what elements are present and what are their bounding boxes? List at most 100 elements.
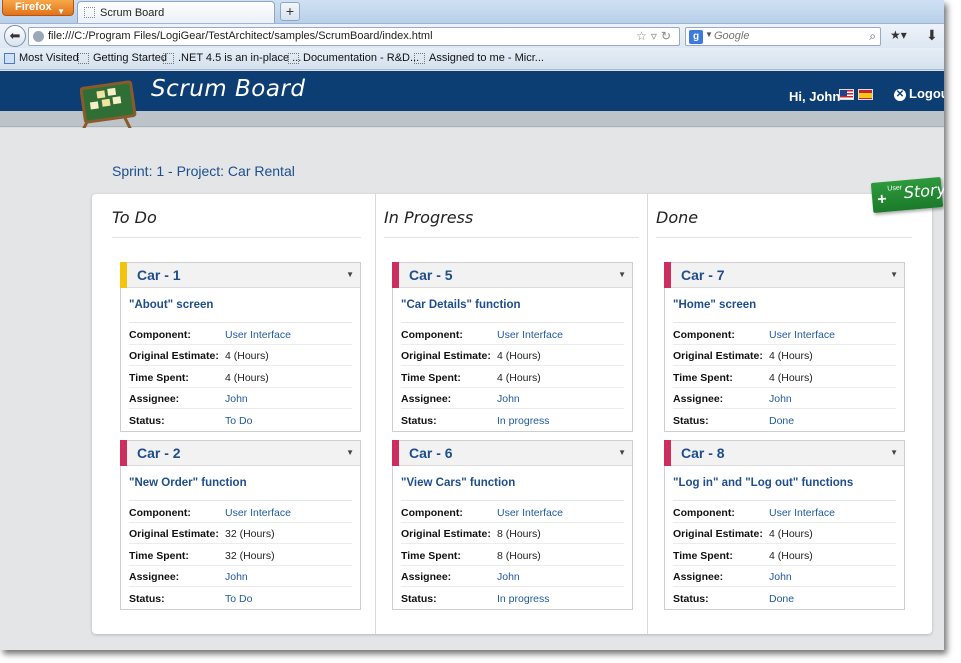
card-header: Car - 7 ▼ bbox=[664, 262, 904, 288]
page-icon bbox=[84, 7, 95, 18]
chevron-down-icon[interactable]: ▼ bbox=[705, 30, 713, 39]
field-row-status: Status: In progress bbox=[401, 410, 624, 431]
card-title[interactable]: "New Order" function bbox=[129, 477, 247, 489]
story-card[interactable]: Car - 5 ▼ "Car Details" function Component:… bbox=[392, 262, 633, 432]
chevron-down-icon[interactable]: ▼ bbox=[618, 448, 626, 457]
add-user-story-button[interactable]: + User Story bbox=[870, 177, 944, 213]
field-value-assignee[interactable]: John bbox=[225, 393, 248, 405]
field-value-original-estimate: 32 (Hours) bbox=[225, 528, 275, 540]
google-icon[interactable]: g bbox=[689, 30, 703, 44]
tab-label: Scrum Board bbox=[100, 7, 165, 19]
history-dropdown-icon[interactable]: ▿ bbox=[651, 29, 661, 43]
site-identity-icon[interactable] bbox=[33, 31, 44, 42]
field-value-component[interactable]: User Interface bbox=[225, 329, 291, 341]
field-value-assignee[interactable]: John bbox=[769, 571, 792, 583]
chevron-down-icon[interactable]: ▼ bbox=[618, 270, 626, 279]
star-icon[interactable]: ☆ bbox=[636, 29, 651, 43]
card-title[interactable]: "About" screen bbox=[129, 299, 213, 311]
back-button[interactable]: ⬅ bbox=[4, 25, 26, 47]
card-title[interactable]: "View Cars" function bbox=[401, 477, 515, 489]
field-value-component[interactable]: User Interface bbox=[497, 329, 563, 341]
card-id[interactable]: Car - 5 bbox=[409, 267, 453, 283]
bookmark-label: .NET 4.5 is an in-place ... bbox=[178, 52, 302, 64]
bookmark-assigned-to-me[interactable]: Assigned to me - Micr... bbox=[414, 52, 544, 64]
bookmark-label: Documentation - R&D... bbox=[303, 52, 420, 64]
url-text[interactable]: file:///C:/Program Files/LogiGear/TestAr… bbox=[48, 30, 433, 42]
card-id[interactable]: Car - 7 bbox=[681, 267, 725, 283]
priority-accent bbox=[120, 440, 127, 466]
story-card[interactable]: Car - 7 ▼ "Home" screen Component: User Inte… bbox=[664, 262, 905, 432]
field-value-component[interactable]: User Interface bbox=[769, 507, 835, 519]
field-value-assignee[interactable]: John bbox=[769, 393, 792, 405]
bookmark-getting-started[interactable]: Getting Started bbox=[78, 52, 167, 64]
field-value-assignee[interactable]: John bbox=[225, 571, 248, 583]
card-id[interactable]: Car - 1 bbox=[137, 267, 181, 283]
field-row-original-estimate: Original Estimate: 4 (Hours) bbox=[673, 523, 896, 544]
chevron-down-icon[interactable]: ▼ bbox=[346, 270, 354, 279]
bookmark-most-visited[interactable]: Most Visited bbox=[4, 52, 79, 64]
field-row-original-estimate: Original Estimate: 4 (Hours) bbox=[129, 345, 352, 366]
field-value-status[interactable]: To Do bbox=[225, 415, 252, 427]
new-tab-button[interactable]: + bbox=[280, 2, 300, 21]
priority-accent bbox=[392, 262, 399, 288]
app-title: Scrum Board bbox=[151, 76, 306, 102]
field-label: Status: bbox=[129, 415, 165, 427]
chevron-down-icon[interactable]: ▼ bbox=[890, 448, 898, 457]
field-value-original-estimate: 8 (Hours) bbox=[497, 528, 541, 540]
field-value-status[interactable]: In progress bbox=[497, 593, 550, 605]
card-header: Car - 6 ▼ bbox=[392, 440, 632, 466]
chevron-down-icon[interactable]: ▼ bbox=[346, 448, 354, 457]
field-value-status[interactable]: In progress bbox=[497, 415, 550, 427]
field-row-status: Status: Done bbox=[673, 588, 896, 609]
card-id[interactable]: Car - 8 bbox=[681, 445, 725, 461]
field-value-original-estimate: 4 (Hours) bbox=[225, 350, 269, 362]
card-title[interactable]: "Log in" and "Log out" functions bbox=[673, 477, 853, 489]
field-label: Component: bbox=[129, 507, 191, 519]
card-id[interactable]: Car - 6 bbox=[409, 445, 453, 461]
chevron-down-icon: ▼ bbox=[57, 7, 65, 16]
reload-icon[interactable]: ↻ bbox=[661, 29, 675, 43]
field-value-status[interactable]: Done bbox=[769, 593, 794, 605]
field-value-component[interactable]: User Interface bbox=[497, 507, 563, 519]
bookmark-documentation[interactable]: Documentation - R&D... bbox=[288, 52, 419, 64]
priority-accent bbox=[120, 262, 127, 288]
field-value-component[interactable]: User Interface bbox=[769, 329, 835, 341]
field-label: Component: bbox=[673, 329, 735, 341]
field-label: Time Spent: bbox=[129, 550, 189, 562]
field-label: Assignee: bbox=[673, 393, 724, 405]
field-value-status[interactable]: To Do bbox=[225, 593, 252, 605]
bookmarks-menu-button[interactable]: ★▾ bbox=[890, 28, 914, 45]
spain-flag-icon[interactable] bbox=[858, 89, 873, 100]
logout-button[interactable]: ✕Logout bbox=[894, 86, 944, 101]
field-value-assignee[interactable]: John bbox=[497, 571, 520, 583]
field-row-time-spent: Time Spent: 32 (Hours) bbox=[129, 545, 352, 566]
bookmark-net-45[interactable]: .NET 4.5 is an in-place ... bbox=[163, 52, 301, 64]
field-label: Status: bbox=[673, 593, 709, 605]
firefox-menu-button[interactable]: Firefox ▼ bbox=[2, 0, 74, 16]
field-row-time-spent: Time Spent: 4 (Hours) bbox=[673, 367, 896, 388]
story-card[interactable]: Car - 1 ▼ "About" screen Component: User Int… bbox=[120, 262, 361, 432]
field-value-component[interactable]: User Interface bbox=[225, 507, 291, 519]
header-subbar bbox=[0, 111, 944, 127]
search-input[interactable] bbox=[714, 30, 854, 42]
chevron-down-icon[interactable]: ▼ bbox=[890, 270, 898, 279]
card-title[interactable]: "Home" screen bbox=[673, 299, 756, 311]
us-flag-icon[interactable] bbox=[839, 89, 854, 100]
divider bbox=[129, 322, 352, 323]
field-value-status[interactable]: Done bbox=[769, 415, 794, 427]
card-title[interactable]: "Car Details" function bbox=[401, 299, 521, 311]
field-row-assignee: Assignee: John bbox=[401, 388, 624, 409]
search-bar[interactable]: g ▼ ⌕ bbox=[685, 27, 881, 46]
field-row-time-spent: Time Spent: 4 (Hours) bbox=[129, 367, 352, 388]
story-card[interactable]: Car - 6 ▼ "View Cars" function Component: Us… bbox=[392, 440, 633, 610]
page-icon bbox=[414, 53, 425, 64]
story-card[interactable]: Car - 8 ▼ "Log in" and "Log out" functions… bbox=[664, 440, 905, 610]
address-bar[interactable]: file:///C:/Program Files/LogiGear/TestAr… bbox=[28, 27, 680, 46]
download-button[interactable]: ⬇ bbox=[926, 27, 938, 44]
search-icon[interactable]: ⌕ bbox=[869, 29, 876, 44]
field-value-assignee[interactable]: John bbox=[497, 393, 520, 405]
story-card[interactable]: Car - 2 ▼ "New Order" function Component: Us… bbox=[120, 440, 361, 610]
card-id[interactable]: Car - 2 bbox=[137, 445, 181, 461]
tab-scrum-board[interactable]: Scrum Board bbox=[77, 1, 275, 23]
field-label: Time Spent: bbox=[673, 550, 733, 562]
